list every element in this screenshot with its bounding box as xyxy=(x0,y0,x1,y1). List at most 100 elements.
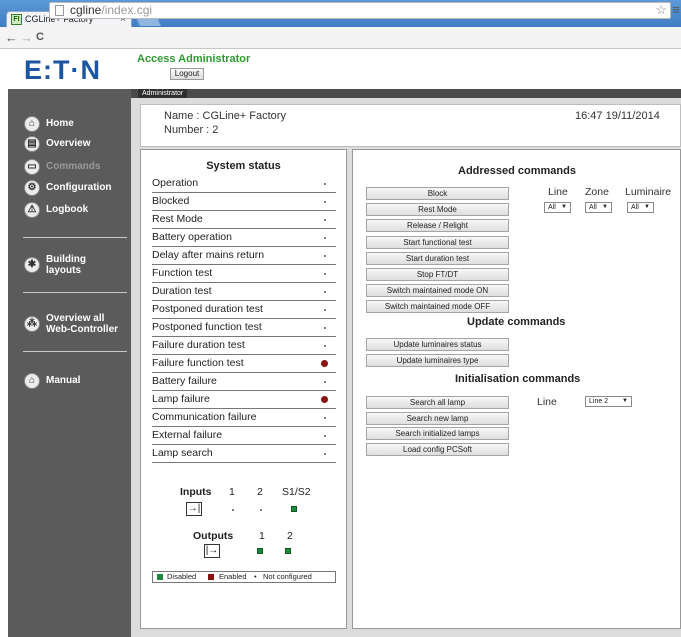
sidebar-item-overview[interactable]: ▤ Overview xyxy=(8,135,131,153)
update-command-button[interactable]: Update luminaires status xyxy=(366,338,509,351)
manual-icon: ⌂ xyxy=(24,373,40,389)
status-row-label: Postponed function test xyxy=(152,321,262,333)
init-command-button[interactable]: Load config PCSoft xyxy=(366,442,509,456)
addressed-command-button[interactable]: Switch maintained mode OFF xyxy=(366,300,509,314)
luminaire-select-value: All xyxy=(631,204,639,211)
logout-button[interactable]: Logout xyxy=(170,68,204,80)
status-row: Blocked xyxy=(152,193,336,211)
sidebar-item-label: Web-Controller xyxy=(46,324,119,335)
addressed-command-button[interactable]: Start functional test xyxy=(366,235,509,249)
system-status-title: System status xyxy=(206,160,281,172)
building-layouts-icon: ✱ xyxy=(24,257,40,273)
sidebar-item-label: layouts xyxy=(46,265,82,276)
sidebar-item-configuration[interactable]: ⚙ Configuration xyxy=(8,179,131,197)
status-row-label: Function test xyxy=(152,267,213,279)
status-legend: Disabled Enabled • Not configured xyxy=(152,571,336,583)
output-1-status xyxy=(257,548,263,554)
sidebar-item-commands[interactable]: ▭ Commands xyxy=(8,158,131,176)
back-arrow-icon[interactable]: ← xyxy=(5,30,18,45)
status-row-label: Postponed duration test xyxy=(152,303,263,315)
status-not-configured-indicator xyxy=(324,417,326,419)
addressed-command-button[interactable]: Stop FT/DT xyxy=(366,268,509,281)
addressed-command-button[interactable]: Start duration test xyxy=(366,251,509,265)
luminaire-select[interactable]: All ▼ xyxy=(627,202,654,213)
status-row: Lamp failure xyxy=(152,391,336,409)
output-icon: |→ xyxy=(204,544,220,558)
sidebar-item-logbook[interactable]: ⚠ Logbook xyxy=(8,201,131,219)
addressed-command-button[interactable]: Release / Relight xyxy=(366,219,509,233)
addressed-command-button[interactable]: Block xyxy=(366,187,509,200)
status-row: Failure duration test xyxy=(152,337,336,355)
chevron-down-icon: ▼ xyxy=(561,204,567,210)
sidebar-item-building-layouts[interactable]: ✱ Building layouts xyxy=(8,251,131,279)
status-row: Function test xyxy=(152,265,336,283)
browser-menu-icon[interactable]: ≡ xyxy=(672,2,680,17)
status-row-label: Failure duration test xyxy=(152,339,245,351)
sidebar-item-web-controller[interactable]: ⁂ Overview all Web-Controller xyxy=(8,310,131,338)
output-2-status xyxy=(285,548,291,554)
chevron-down-icon: ▼ xyxy=(602,204,608,210)
controller-number: Number : 2 xyxy=(164,124,219,136)
status-not-configured-indicator xyxy=(324,237,326,239)
configuration-icon: ⚙ xyxy=(24,180,40,196)
input-1-status xyxy=(232,509,234,511)
line-select[interactable]: All ▼ xyxy=(544,202,571,213)
page-icon xyxy=(55,5,64,16)
status-not-configured-indicator xyxy=(324,309,326,311)
status-row-label: Operation xyxy=(152,177,199,189)
url-path: /index.cgi xyxy=(101,3,153,17)
web-controller-icon: ⁂ xyxy=(24,316,40,332)
status-row: Delay after mains return xyxy=(152,247,336,265)
eaton-logo: E:T·N xyxy=(24,55,101,85)
status-row-label: Lamp failure xyxy=(152,393,210,405)
admin-bar xyxy=(131,89,681,98)
sidebar-item-label: Overview xyxy=(46,138,91,149)
chevron-down-icon: ▼ xyxy=(644,204,650,210)
sidebar-item-manual[interactable]: ⌂ Manual xyxy=(8,372,131,390)
zone-select-value: All xyxy=(589,204,597,211)
status-not-configured-indicator xyxy=(324,453,326,455)
sidebar-divider xyxy=(23,351,127,352)
addressed-command-button[interactable]: Rest Mode xyxy=(366,203,509,217)
sidebar-item-label: Manual xyxy=(46,375,81,386)
controller-name: Name : CGLine+ Factory xyxy=(164,110,286,122)
status-row: Duration test xyxy=(152,283,336,301)
status-row: Failure function test xyxy=(152,355,336,373)
overview-icon: ▤ xyxy=(24,136,40,152)
status-row-label: Battery failure xyxy=(152,375,217,387)
sidebar: ⌂ Home ▤ Overview ▭ Commands ⚙ Configura… xyxy=(8,89,131,637)
sidebar-item-label: Logbook xyxy=(46,204,89,215)
outputs-label: Outputs xyxy=(193,530,234,542)
status-enabled-indicator xyxy=(321,396,328,403)
logbook-icon: ⚠ xyxy=(24,202,40,218)
addressed-command-button[interactable]: Switch maintained mode ON xyxy=(366,284,509,298)
output-col-2: 2 xyxy=(287,530,293,542)
zone-label: Zone xyxy=(585,186,609,198)
address-bar: ← → C xyxy=(0,27,681,49)
status-row-label: Rest Mode xyxy=(152,213,203,225)
bookmark-star-icon[interactable]: ☆ xyxy=(655,2,667,18)
init-line-select[interactable]: Line 2 ▼ xyxy=(585,396,632,407)
update-commands-title: Update commands xyxy=(467,316,566,328)
init-command-button[interactable]: Search initialized lamps xyxy=(366,427,509,440)
status-row: Lamp search xyxy=(152,445,336,463)
addressed-commands-title: Addressed commands xyxy=(458,165,576,177)
tab-administrator[interactable]: Administrator xyxy=(138,89,188,98)
update-command-button[interactable]: Update luminaires type xyxy=(366,354,509,367)
url-input[interactable]: cgline/index.cgi xyxy=(49,2,671,19)
zone-select[interactable]: All ▼ xyxy=(585,202,612,213)
sidebar-item-home[interactable]: ⌂ Home xyxy=(8,115,131,133)
init-command-button[interactable]: Search all lamp xyxy=(366,396,509,409)
datetime: 16:47 19/11/2014 xyxy=(575,110,660,122)
status-row-label: External failure xyxy=(152,429,223,441)
reload-icon[interactable]: C xyxy=(36,31,44,43)
forward-arrow-icon[interactable]: → xyxy=(20,30,33,45)
status-not-configured-indicator xyxy=(324,435,326,437)
sidebar-item-label: Commands xyxy=(46,161,101,172)
input-icon: →| xyxy=(186,502,202,516)
sidebar-item-label: Overview all xyxy=(46,313,105,324)
home-icon: ⌂ xyxy=(24,116,40,132)
input-s1s2-status xyxy=(291,506,297,512)
init-command-button[interactable]: Search new lamp xyxy=(366,411,509,425)
status-row-label: Lamp search xyxy=(152,447,213,459)
